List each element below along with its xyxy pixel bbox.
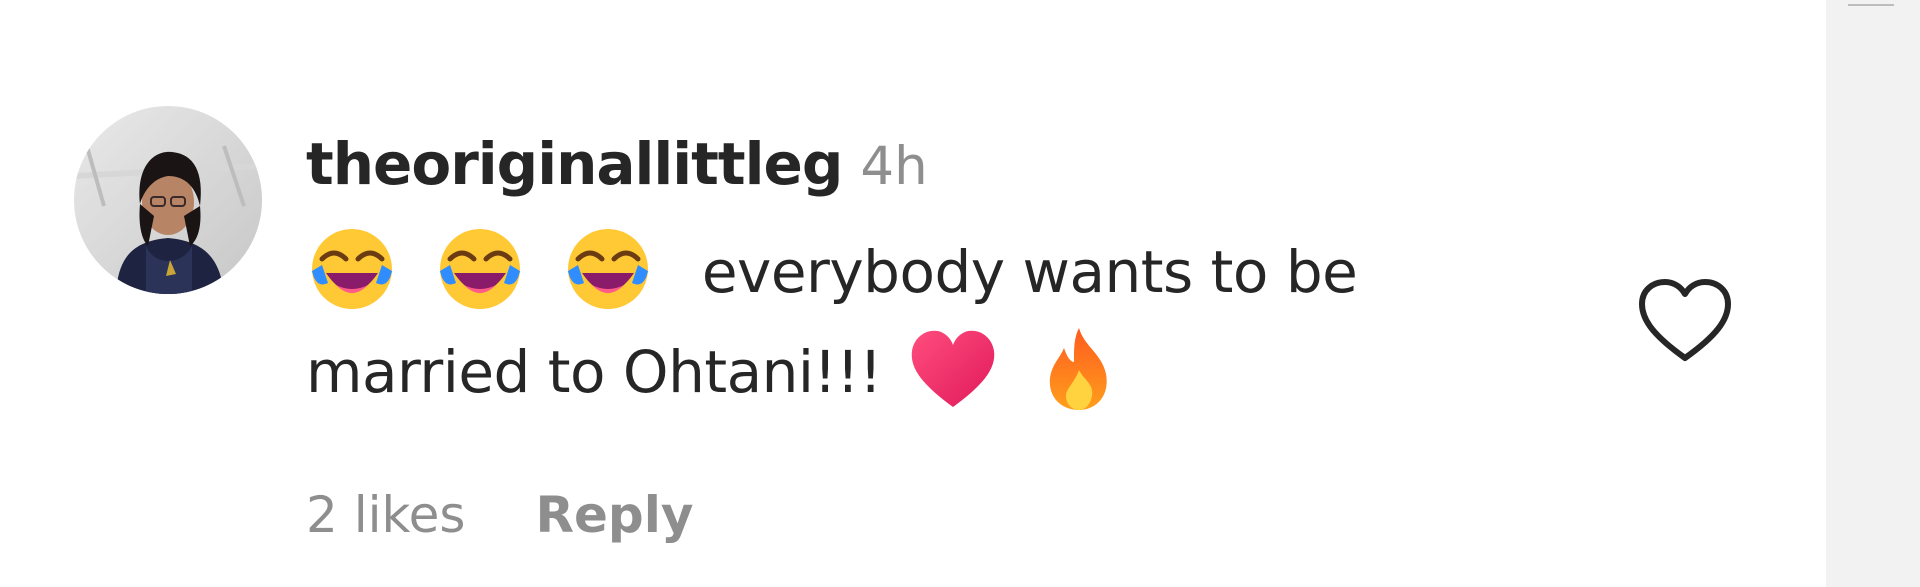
comment-text-line-1: everybody wants to be [701,238,1358,306]
like-button[interactable] [1636,276,1734,366]
comment-line-1: everybody wants to be [306,222,1506,322]
likes-count[interactable]: 2 likes [306,486,465,544]
laughing-emoji-icon [434,223,526,315]
scrollbar-track[interactable] [1826,0,1920,587]
comment-header: theoriginallittleg 4h [306,122,928,221]
comment-text: everybody wants to be married to Ohtani!… [306,222,1506,422]
scrollbar-thumb[interactable] [1848,0,1894,6]
comment-line-2: married to Ohtani!!! [306,322,1506,422]
avatar[interactable] [74,106,262,294]
timestamp[interactable]: 4h [860,136,927,197]
fire-emoji-icon [1044,326,1114,412]
reply-button[interactable]: Reply [535,486,693,544]
heart-outline-icon [1639,279,1731,361]
comment-text-line-2: married to Ohtani!!! [306,338,882,406]
comment-meta: 2 likes Reply [306,480,693,550]
laughing-emoji-icon [306,223,398,315]
username-link[interactable]: theoriginallittleg [306,130,843,198]
heart-emoji-icon [908,327,998,411]
laughing-emoji-icon [562,223,654,315]
